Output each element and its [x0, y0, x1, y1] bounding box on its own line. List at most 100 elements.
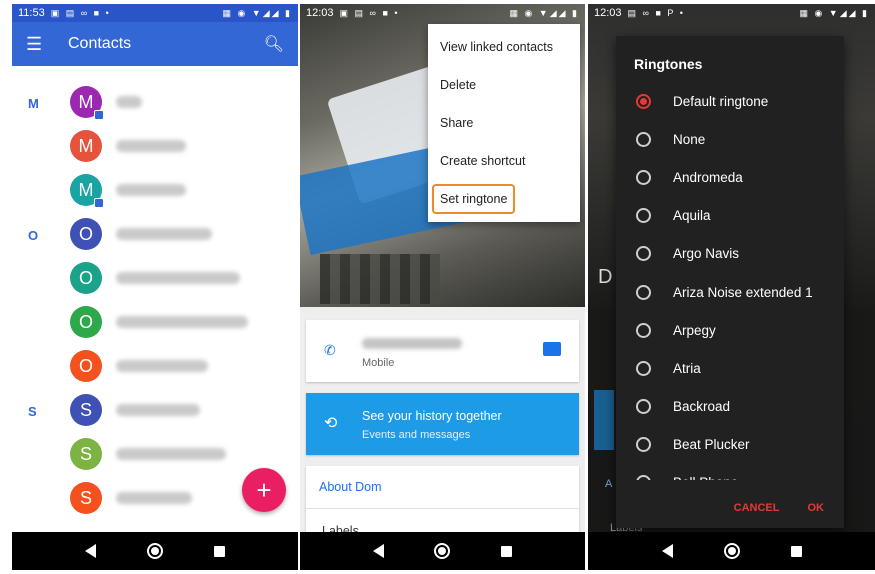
- nav-bar: [12, 532, 298, 570]
- radio-button[interactable]: [636, 437, 651, 453]
- contact-row[interactable]: O: [12, 258, 298, 302]
- app-title: Contacts: [68, 35, 132, 52]
- add-contact-button[interactable]: +: [242, 468, 286, 512]
- status-time: 11:53: [18, 7, 45, 19]
- avatar-initial: O: [78, 223, 93, 244]
- ok-button[interactable]: OK: [808, 502, 825, 514]
- recents-icon[interactable]: [790, 545, 802, 557]
- cancel-button[interactable]: CANCEL: [734, 502, 780, 514]
- avatar-initial: S: [79, 399, 92, 420]
- contact-name-blurred: [116, 360, 208, 372]
- menu-item-create-shortcut[interactable]: Create shortcut: [428, 142, 580, 180]
- contact-name-blurred: [116, 228, 212, 240]
- recents-icon[interactable]: [500, 545, 512, 557]
- radio-button[interactable]: [636, 246, 651, 262]
- system-icons: ▦ ◉ ▼◢◢ ▮: [222, 7, 292, 18]
- radio-button[interactable]: [636, 475, 651, 480]
- account-badge-icon: [94, 110, 104, 120]
- app-bar: ☰ Contacts 🔍︎: [12, 22, 298, 66]
- contact-name-blurred: [116, 448, 226, 460]
- home-icon[interactable]: [434, 543, 451, 559]
- ringtone-list[interactable]: Default ringtone None Andromeda Aquila Argo …: [616, 82, 844, 480]
- ringtone-option[interactable]: Bell Phone: [616, 464, 844, 480]
- radio-button[interactable]: [636, 284, 651, 300]
- ringtone-label: Bell Phone: [673, 475, 738, 480]
- ringtone-option[interactable]: Argo Navis: [616, 235, 844, 273]
- system-icons: ▦ ◉ ▼◢◢ ▮: [509, 7, 579, 18]
- contact-name-blurred: [116, 140, 186, 152]
- ringtone-option[interactable]: Aquila: [616, 197, 844, 235]
- section-letter: M: [28, 96, 39, 111]
- avatar-initial: S: [79, 443, 92, 464]
- overflow-menu: View linked contacts Delete Share Create…: [428, 24, 580, 222]
- avatar: M: [70, 174, 104, 208]
- radio-button[interactable]: [636, 399, 651, 415]
- radio-button[interactable]: [636, 322, 651, 338]
- ringtone-label: Andromeda: [673, 169, 743, 185]
- ringtone-option[interactable]: Atria: [616, 349, 844, 387]
- contact-row[interactable]: MM: [12, 82, 298, 126]
- back-icon[interactable]: [661, 544, 673, 558]
- history-card[interactable]: ⟲ See your history together Events and m…: [306, 393, 579, 455]
- section-letter: S: [28, 404, 37, 419]
- back-icon[interactable]: [85, 544, 97, 558]
- status-time: 12:03: [594, 7, 622, 19]
- recents-icon[interactable]: [213, 545, 225, 557]
- account-badge-icon: [94, 198, 104, 208]
- menu-icon[interactable]: ☰: [26, 34, 58, 55]
- avatar-initial: M: [78, 135, 94, 156]
- avatar-initial: M: [78, 179, 94, 200]
- home-icon[interactable]: [146, 543, 163, 559]
- avatar-initial: O: [78, 355, 93, 376]
- nav-bar: [588, 532, 875, 570]
- contact-row[interactable]: O: [12, 302, 298, 346]
- radio-button[interactable]: [636, 360, 651, 376]
- contact-row[interactable]: O: [12, 346, 298, 390]
- ringtone-label: Beat Plucker: [673, 437, 750, 453]
- ringtone-option[interactable]: Backroad: [616, 388, 844, 426]
- contact-row[interactable]: OO: [12, 214, 298, 258]
- menu-item-delete[interactable]: Delete: [428, 66, 580, 104]
- contacts-screen: 11:53 ▣ ▤ ∞ ■ • ▦ ◉ ▼◢◢ ▮ ☰ Contacts 🔍︎ …: [12, 4, 298, 570]
- ringtone-option[interactable]: Default ringtone: [616, 82, 844, 120]
- contact-detail-screen: 12:03 ▣ ▤ ∞ ■ • ▦ ◉ ▼◢◢ ▮ View linked co…: [300, 4, 585, 570]
- divider: [306, 508, 579, 509]
- ringtone-option[interactable]: Andromeda: [616, 158, 844, 196]
- radio-button[interactable]: [636, 93, 651, 109]
- avatar: S: [70, 438, 102, 470]
- phone-card[interactable]: ✆ Mobile: [306, 320, 579, 382]
- home-icon[interactable]: [723, 543, 740, 559]
- contact-name-blurred: [116, 492, 192, 504]
- radio-button[interactable]: [636, 169, 651, 185]
- history-icon: ⟲: [324, 415, 338, 432]
- ringtone-option[interactable]: Arpegy: [616, 311, 844, 349]
- ringtone-label: Ariza Noise extended 1: [673, 284, 813, 300]
- ringtone-label: None: [673, 131, 706, 147]
- phone-number-blurred: [362, 338, 462, 349]
- contact-list: MMMMOOOOOSSSS: [12, 66, 298, 532]
- back-icon[interactable]: [373, 544, 385, 558]
- avatar-initial: O: [78, 267, 93, 288]
- ringtone-option[interactable]: None: [616, 120, 844, 158]
- search-icon[interactable]: 🔍︎: [264, 34, 284, 54]
- ringtone-option[interactable]: Ariza Noise extended 1: [616, 273, 844, 311]
- message-icon[interactable]: [543, 342, 561, 356]
- background-name-initial: D: [598, 266, 613, 288]
- contact-name-blurred: [116, 184, 186, 196]
- menu-item-share[interactable]: Share: [428, 104, 580, 142]
- nav-bar: [300, 532, 585, 570]
- ringtone-label: Argo Navis: [673, 246, 740, 262]
- contact-row[interactable]: M: [12, 126, 298, 170]
- status-bar: 12:03 ▣ ▤ ∞ ■ • ▦ ◉ ▼◢◢ ▮: [300, 4, 585, 22]
- menu-item-set-ringtone[interactable]: Set ringtone: [428, 180, 580, 218]
- contact-row[interactable]: SS: [12, 390, 298, 434]
- notification-icons: ▣ ▤ ∞ ■ •: [339, 7, 400, 18]
- contact-row[interactable]: M: [12, 170, 298, 214]
- avatar: S: [70, 394, 102, 426]
- ringtone-option[interactable]: Beat Plucker: [616, 426, 844, 464]
- notification-icons: ▣ ▤ ∞ ■ •: [50, 7, 111, 18]
- menu-item-view-linked[interactable]: View linked contacts: [428, 28, 580, 66]
- radio-button[interactable]: [636, 208, 651, 224]
- radio-button[interactable]: [636, 131, 651, 147]
- contact-name-blurred: [116, 272, 240, 284]
